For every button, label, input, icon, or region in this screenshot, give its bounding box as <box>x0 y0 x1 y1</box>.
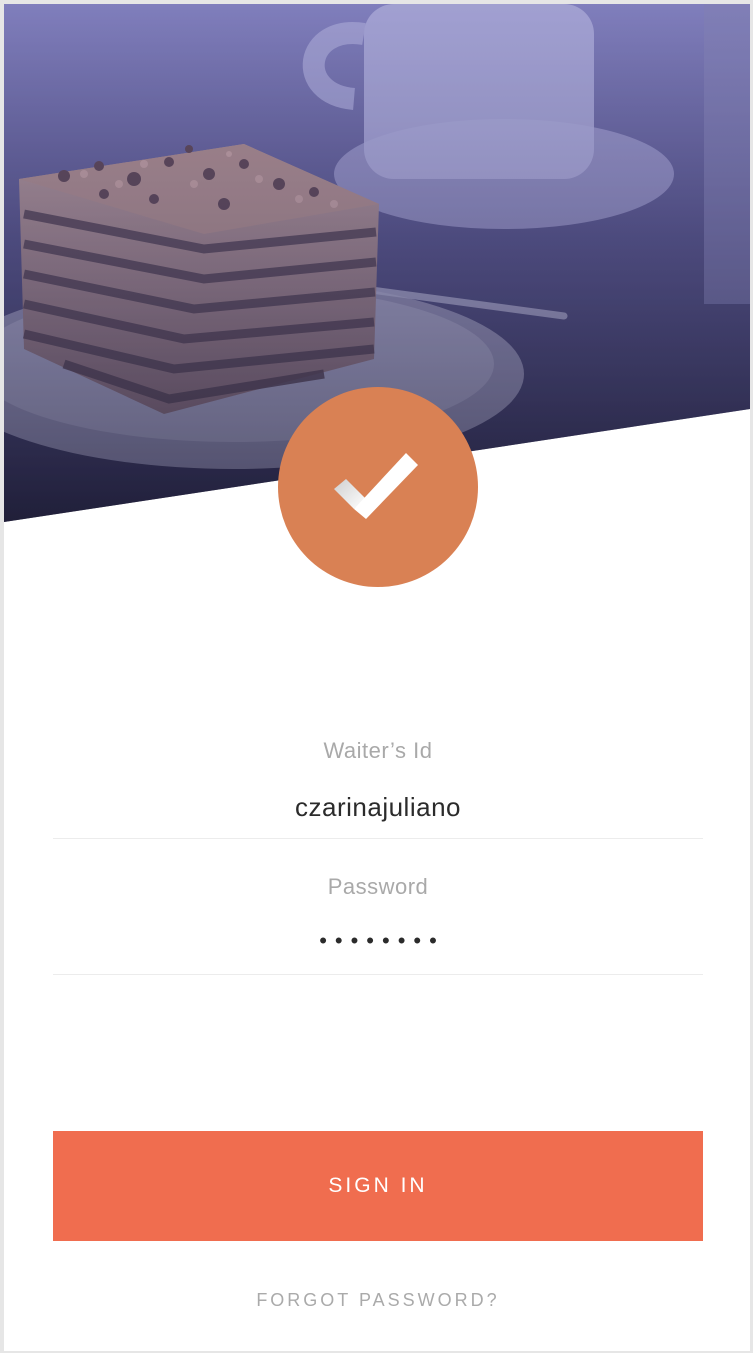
waiter-id-label: Waiter’s Id <box>323 738 433 763</box>
password-label: Password <box>327 874 429 899</box>
password-field[interactable]: Password •••••••• <box>53 870 703 975</box>
login-screen: Waiter’s Id czarinajuliano Password ••••… <box>4 4 750 1351</box>
waiter-id-field[interactable]: Waiter’s Id czarinajuliano <box>53 734 703 839</box>
checkmark-icon <box>334 453 418 519</box>
sign-in-button[interactable]: SIGN IN <box>53 1131 703 1241</box>
password-input[interactable]: •••••••• <box>53 930 703 952</box>
waiter-id-input[interactable]: czarinajuliano <box>53 792 703 822</box>
logo-badge <box>278 387 478 587</box>
forgot-password-link[interactable]: FORGOT PASSWORD? <box>53 1290 703 1311</box>
